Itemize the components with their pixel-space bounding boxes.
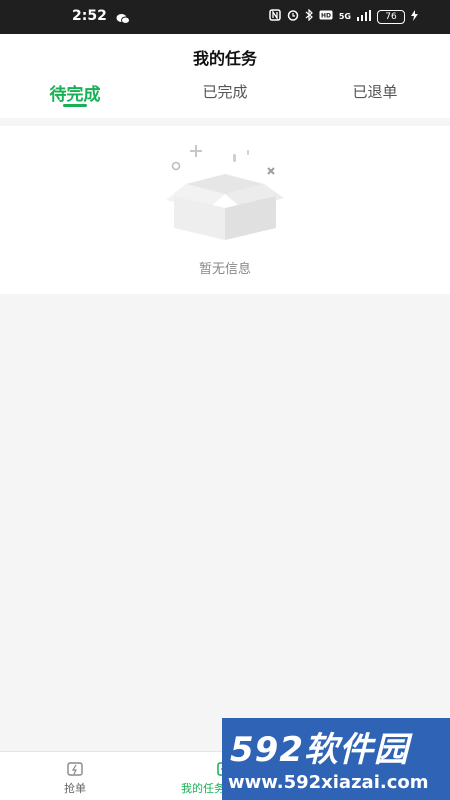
status-time: 2:52: [72, 8, 107, 24]
watermark-brand: 592软件园: [230, 730, 409, 770]
wechat-icon: [116, 10, 130, 29]
hd-icon: HD: [319, 10, 333, 23]
charging-icon: [411, 9, 418, 24]
tab-completed[interactable]: 已完成: [165, 81, 285, 102]
nfc-icon: [269, 9, 281, 24]
watermark-url: www.592xiazai.com: [228, 772, 429, 793]
signal-icon: [357, 9, 371, 24]
tab-active-indicator: [63, 104, 87, 107]
empty-box-icon: [160, 144, 290, 248]
tab-pending[interactable]: 待完成: [15, 80, 135, 105]
page-title: 我的任务: [192, 49, 257, 68]
battery-icon: 76: [377, 9, 405, 24]
svg-text:HD: HD: [321, 13, 331, 20]
task-tabs: 待完成 已完成 已退单: [0, 78, 450, 118]
network-label: 5G: [338, 12, 351, 21]
watermark: 592软件园 www.592xiazai.com: [222, 718, 450, 800]
status-icons: HD 5G 76: [269, 8, 418, 24]
status-bar: 2:52 HD 5G 76: [0, 0, 450, 34]
tab-cancelled[interactable]: 已退单: [315, 81, 435, 102]
page-header: 我的任务 待完成 已完成 已退单: [0, 34, 450, 118]
alarm-icon: [287, 9, 299, 24]
empty-message: 暂无信息: [198, 262, 251, 277]
bluetooth-icon: [305, 8, 313, 24]
empty-state: 暂无信息: [0, 126, 450, 294]
